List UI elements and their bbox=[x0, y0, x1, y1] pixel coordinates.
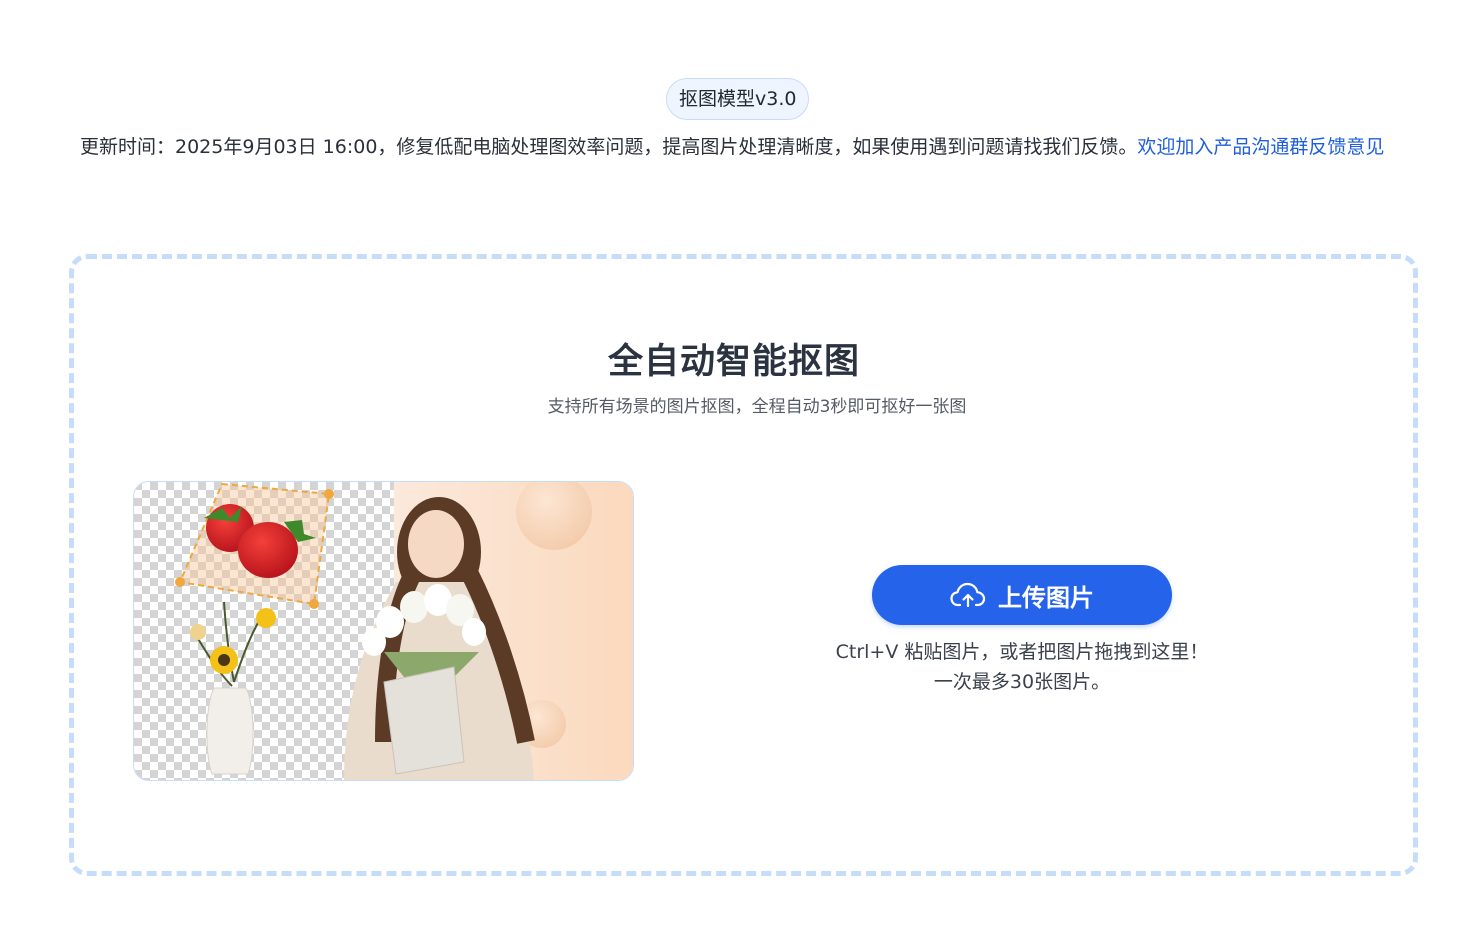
page-title: 全自动智能抠图 bbox=[607, 342, 860, 382]
upload-hint-paste: Ctrl+V 粘贴图片，或者把图片拖拽到这里！ bbox=[835, 641, 1209, 663]
demo-image bbox=[134, 482, 633, 780]
upload-button-label: 上传图片 bbox=[998, 583, 1094, 612]
update-text: 更新时间：2025年9月03日 16:00，修复低配电脑处理图效率问题，提高图片… bbox=[80, 136, 1138, 158]
demo-illustration bbox=[133, 481, 634, 781]
upload-hint-limit: 一次最多30张图片。 bbox=[933, 671, 1111, 693]
page: 抠图模型v3.0 更新时间：2025年9月03日 16:00，修复低配电脑处理图… bbox=[0, 0, 1468, 938]
version-badge: 抠图模型v3.0 bbox=[666, 78, 810, 120]
feedback-link[interactable]: 欢迎加入产品沟通群反馈意见 bbox=[1137, 136, 1384, 158]
update-note: 更新时间：2025年9月03日 16:00，修复低配电脑处理图效率问题，提高图片… bbox=[80, 132, 1398, 162]
upload-button[interactable]: 上传图片 bbox=[872, 565, 1172, 625]
page-subtitle: 支持所有场景的图片抠图，全程自动3秒即可抠好一张图 bbox=[547, 397, 967, 417]
cloud-upload-icon bbox=[950, 582, 986, 608]
